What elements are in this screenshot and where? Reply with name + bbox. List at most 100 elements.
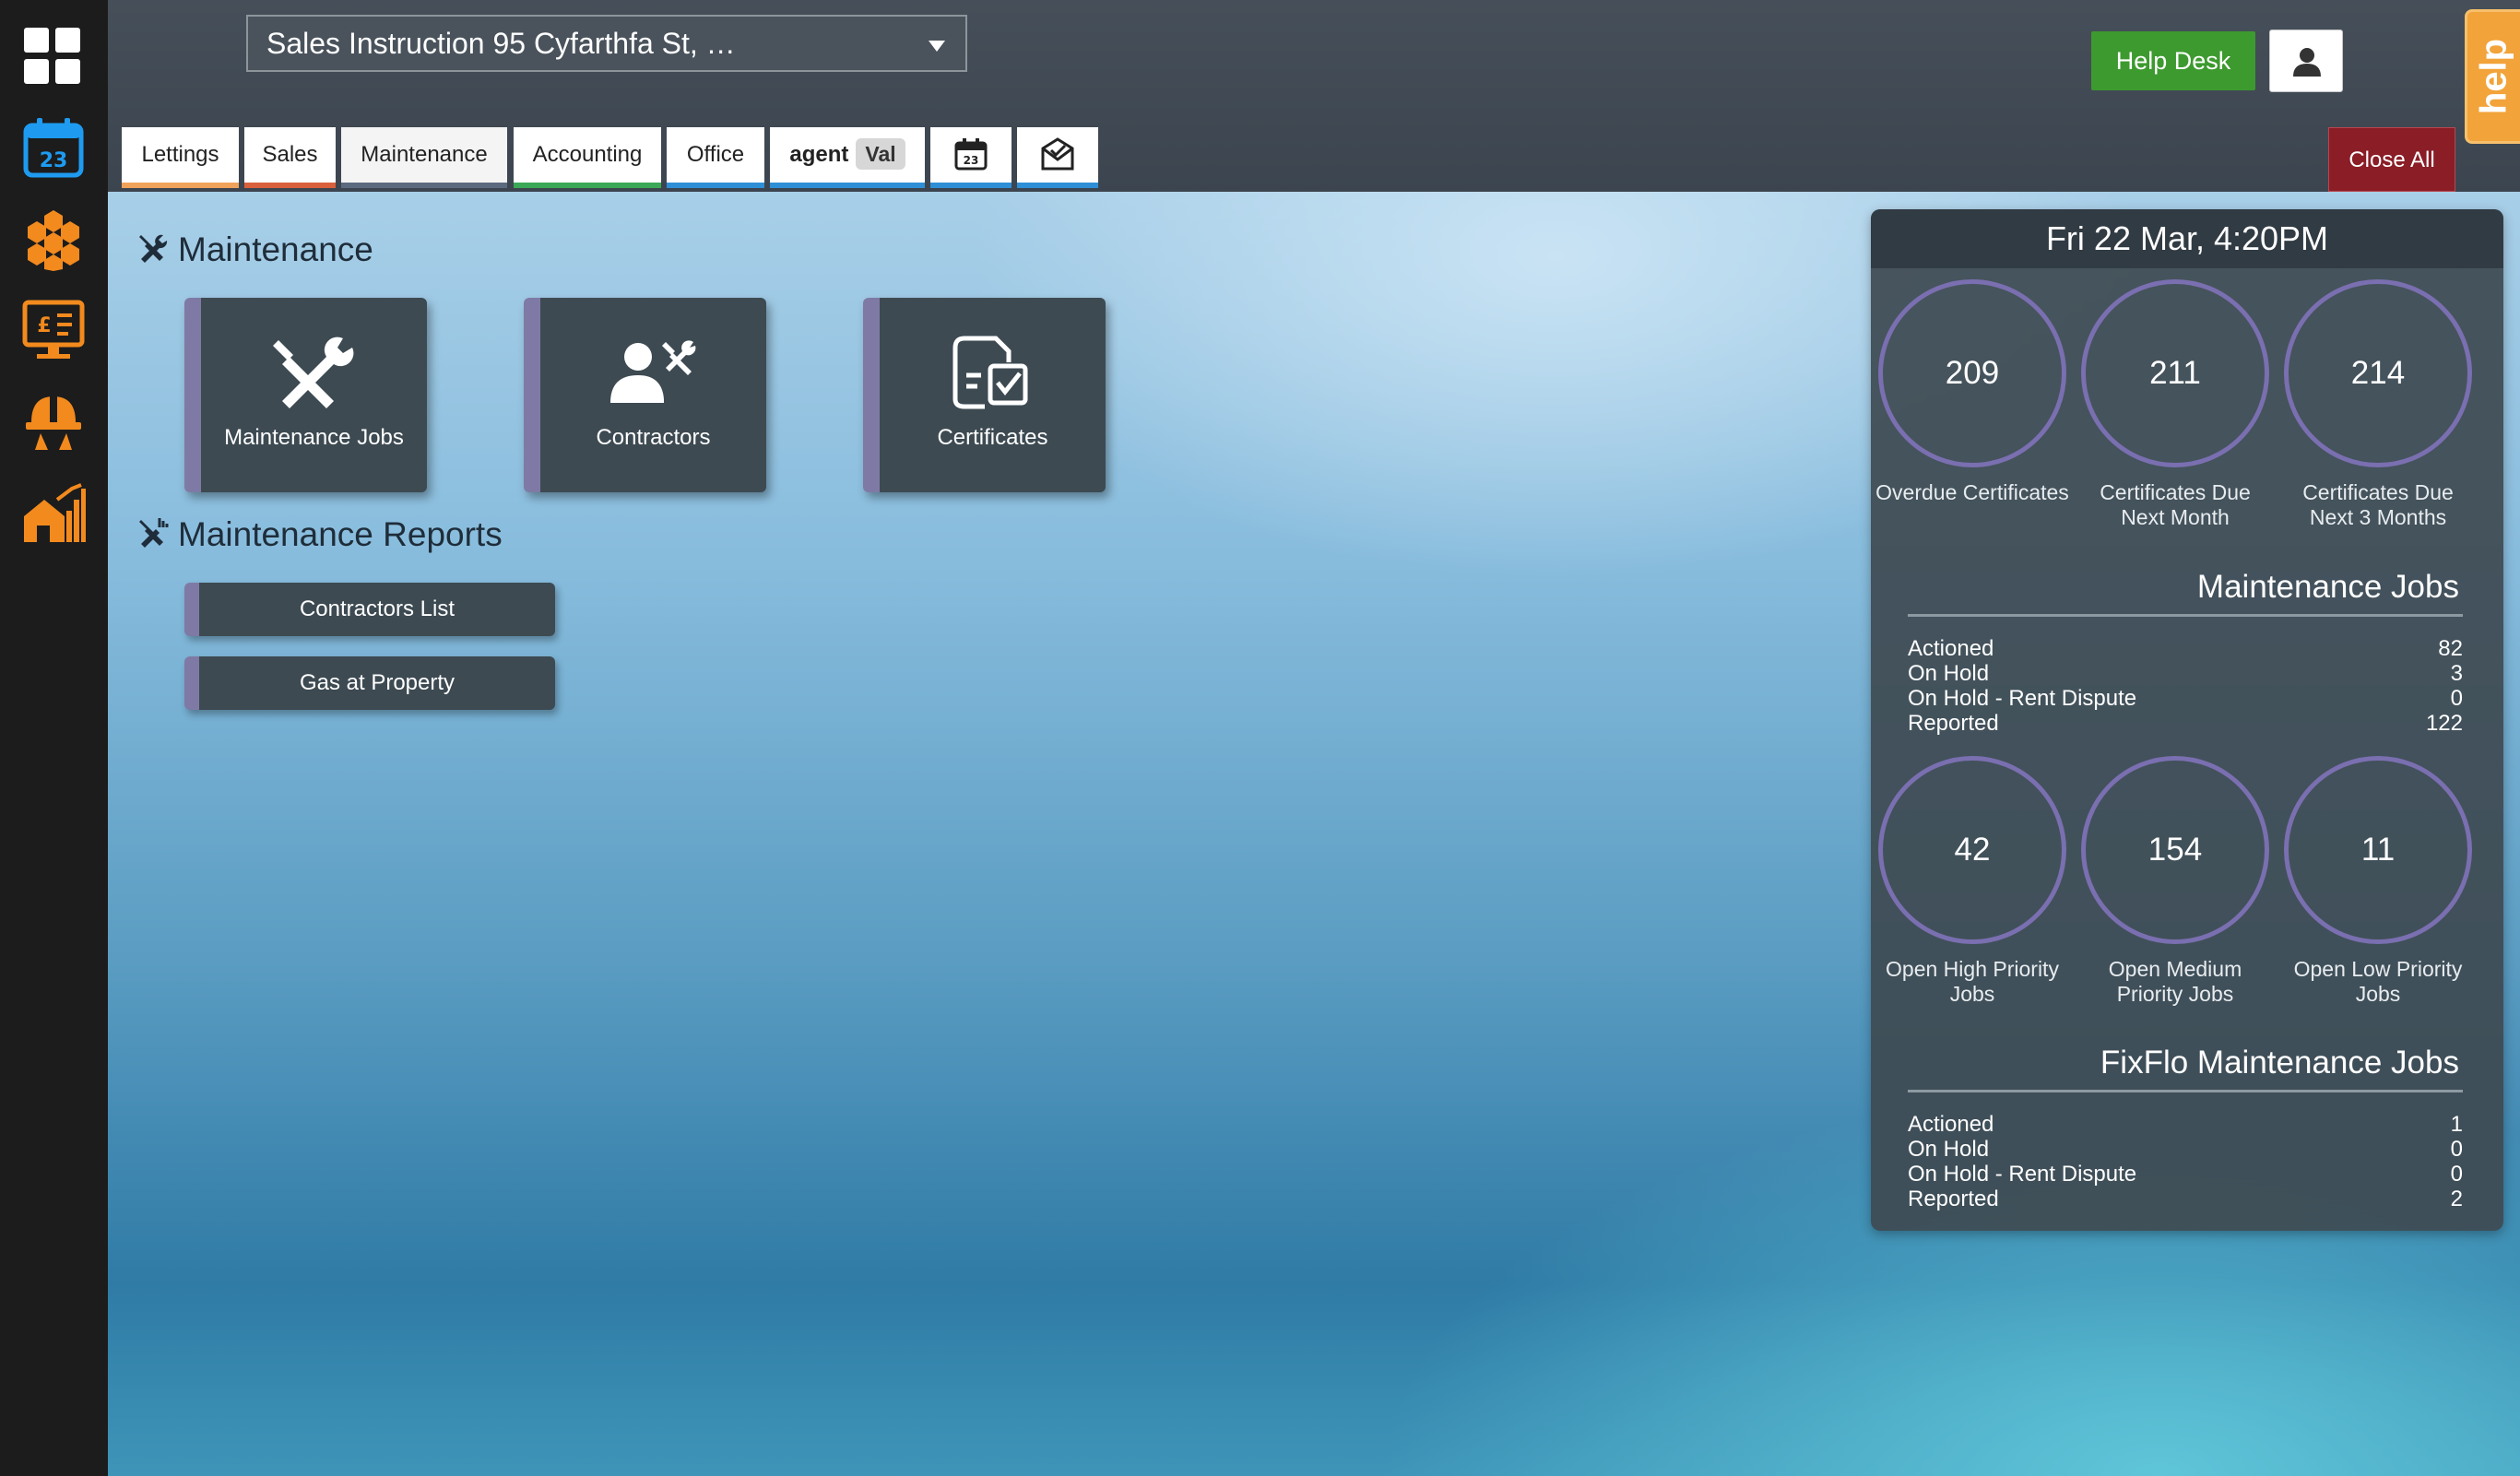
maintenance-title-text: Maintenance	[178, 230, 373, 268]
status-value: 0	[2450, 686, 2463, 711]
tools-icon	[273, 337, 354, 408]
status-value: 2	[2450, 1187, 2463, 1211]
report-tools-icon	[139, 518, 169, 548]
status-value: 122	[2425, 711, 2463, 736]
tab-sales[interactable]: Sales	[244, 127, 336, 188]
status-row[interactable]: On Hold 3	[1908, 661, 2463, 686]
property-search-select[interactable]: Sales Instruction 95 Cyfarthfa St, …	[246, 15, 967, 72]
svg-text:£: £	[37, 314, 51, 337]
stat-ring: 154	[2081, 756, 2269, 944]
status-label: On Hold - Rent Dispute	[1908, 686, 2137, 711]
gas-at-property-button[interactable]: Gas at Property	[184, 656, 555, 710]
status-value: 82	[2438, 636, 2463, 661]
fixflo-jobs-list: Actioned 1 On Hold 0 On Hold - Rent Disput…	[1908, 1112, 2463, 1211]
tile-label: Certificates	[937, 425, 1048, 450]
help-side-tab[interactable]: help	[2465, 9, 2520, 144]
tab-accounting[interactable]: Accounting	[514, 127, 661, 188]
panel-datetime: Fri 22 Mar, 4:20PM	[1871, 209, 2503, 268]
stat-ring: 42	[1878, 756, 2066, 944]
tab-maintenance[interactable]: Maintenance	[341, 127, 507, 188]
maintenance-jobs-tile[interactable]: Maintenance Jobs	[184, 298, 427, 492]
tab-office[interactable]: Office	[667, 127, 764, 188]
stat-ring: 209	[1878, 279, 2066, 467]
status-label: Actioned	[1908, 636, 1994, 661]
status-label: Actioned	[1908, 1112, 1994, 1137]
contractor-helmet-icon[interactable]	[20, 387, 87, 454]
contractors-list-button[interactable]: Contractors List	[184, 583, 555, 636]
top-header: Sales Instruction 95 Cyfarthfa St, … Hel…	[108, 0, 2520, 192]
property-chart-icon[interactable]	[20, 479, 87, 546]
tab-lettings-label: Lettings	[141, 142, 219, 167]
status-row[interactable]: On Hold 0	[1908, 1137, 2463, 1162]
stat-label: Open High Priority Jobs	[1886, 957, 2059, 1006]
overdue-certificates-stat[interactable]: 209 Overdue Certificates	[1871, 279, 2074, 505]
certificate-icon	[952, 336, 1028, 409]
tab-sales-label: Sales	[262, 142, 318, 167]
status-row[interactable]: Reported 2	[1908, 1187, 2463, 1211]
divider	[1908, 614, 2463, 617]
hexagon-cluster-icon[interactable]	[20, 205, 87, 271]
status-row[interactable]: Actioned 82	[1908, 636, 2463, 661]
user-icon	[2293, 48, 2321, 77]
calendar-icon[interactable]: 23	[20, 114, 87, 181]
status-row[interactable]: On Hold - Rent Dispute 0	[1908, 686, 2463, 711]
help-tab-label: help	[2473, 38, 2514, 115]
stat-label: Open Medium Priority Jobs	[2108, 957, 2242, 1006]
user-account-button[interactable]	[2269, 30, 2343, 92]
stat-label: Certificates Due Next Month	[2100, 480, 2251, 529]
status-value: 0	[2450, 1162, 2463, 1187]
stat-ring: 214	[2284, 279, 2472, 467]
search-select-value: Sales Instruction 95 Cyfarthfa St, …	[266, 27, 736, 60]
left-sidebar: 23 £	[0, 0, 108, 1476]
maintenance-reports-title: Maintenance Reports	[136, 515, 503, 554]
maintenance-jobs-list: Actioned 82 On Hold 3 On Hold - Rent Dispu…	[1908, 636, 2463, 736]
status-label: On Hold	[1908, 1137, 1990, 1162]
status-value: 1	[2450, 1112, 2463, 1137]
tab-mail[interactable]	[1017, 127, 1098, 188]
stats-panel: Fri 22 Mar, 4:20PM 209 Overdue Certifica…	[1871, 209, 2503, 1231]
status-row[interactable]: Actioned 1	[1908, 1112, 2463, 1137]
status-value: 0	[2450, 1137, 2463, 1162]
calendar-day: 23	[40, 149, 68, 172]
status-value: 3	[2450, 661, 2463, 686]
stat-label: Open Low Priority Jobs	[2293, 957, 2463, 1006]
dashboard-grid-icon[interactable]	[20, 22, 87, 89]
finance-screen-icon[interactable]: £	[20, 297, 87, 363]
status-label: Reported	[1908, 1187, 1999, 1211]
stat-label: Certificates Due Next 3 Months	[2302, 480, 2454, 529]
tab-calendar[interactable]: 23	[930, 127, 1012, 188]
certificates-tile[interactable]: Certificates	[863, 298, 1106, 492]
mail-check-icon	[1041, 136, 1074, 171]
tab-agent[interactable]: agent Val	[770, 127, 925, 188]
help-desk-button[interactable]: Help Desk	[2091, 31, 2255, 90]
contractors-tile[interactable]: Contractors	[524, 298, 766, 492]
stat-ring: 211	[2081, 279, 2269, 467]
tab-accounting-label: Accounting	[532, 142, 643, 167]
certificates-due-next-month-stat[interactable]: 211 Certificates Due Next Month	[2074, 279, 2277, 530]
tile-label: Contractors	[596, 425, 711, 450]
status-row[interactable]: Reported 122	[1908, 711, 2463, 736]
tab-agent-label: agent	[789, 142, 849, 167]
maintenance-section-title: Maintenance	[136, 230, 373, 269]
val-badge: Val	[856, 138, 905, 170]
status-label: Reported	[1908, 711, 1999, 736]
calendar-tab-icon: 23	[954, 137, 988, 171]
open-low-priority-stat[interactable]: 11 Open Low Priority Jobs	[2277, 756, 2479, 1007]
maintenance-jobs-heading: Maintenance Jobs	[2196, 569, 2459, 605]
reports-title-text: Maintenance Reports	[178, 515, 503, 553]
open-high-priority-stat[interactable]: 42 Open High Priority Jobs	[1871, 756, 2074, 1007]
divider	[1908, 1090, 2463, 1092]
chevron-down-icon[interactable]	[929, 41, 945, 52]
certificates-due-next-3-months-stat[interactable]: 214 Certificates Due Next 3 Months	[2277, 279, 2479, 530]
tab-office-label: Office	[686, 142, 745, 167]
tab-lettings[interactable]: Lettings	[122, 127, 239, 188]
svg-text:23: 23	[964, 154, 979, 167]
status-row[interactable]: On Hold - Rent Dispute 0	[1908, 1162, 2463, 1187]
stat-label: Overdue Certificates	[1875, 480, 2069, 504]
tab-maintenance-label: Maintenance	[361, 142, 488, 167]
status-label: On Hold	[1908, 661, 1990, 686]
tile-label: Maintenance Jobs	[224, 425, 404, 450]
tools-small-icon	[139, 234, 168, 263]
close-all-button[interactable]: Close All	[2328, 127, 2455, 192]
open-medium-priority-stat[interactable]: 154 Open Medium Priority Jobs	[2074, 756, 2277, 1007]
